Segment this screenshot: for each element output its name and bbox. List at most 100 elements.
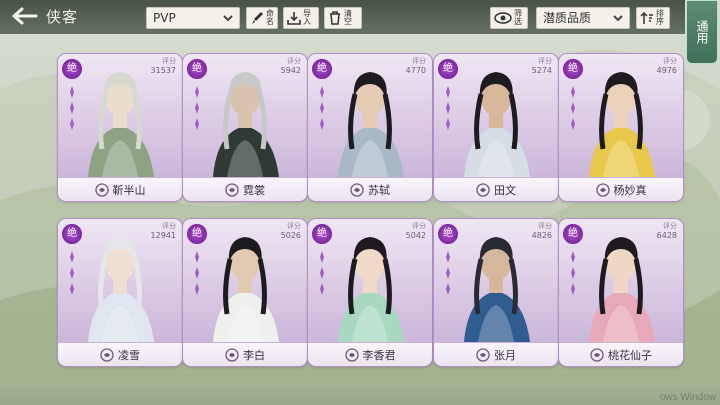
- hero-card[interactable]: 绝 评分 6428 桃花仙子: [559, 219, 683, 366]
- hero-name: 李香君: [362, 348, 396, 362]
- hero-name: 靳半山: [112, 183, 146, 197]
- page-title: 侠客: [46, 8, 79, 26]
- score-label: 评分: [663, 57, 677, 65]
- hero-name: 霓裳: [243, 183, 265, 197]
- hero-card[interactable]: 绝 评分 4976 杨妙真: [559, 54, 683, 201]
- hero-name: 田文: [494, 183, 516, 197]
- school-emblem-icon: [350, 182, 364, 197]
- hero-score: 评分 5042: [406, 222, 426, 240]
- rename-label: 命名: [266, 9, 274, 26]
- tier-marks-icon: [320, 251, 324, 295]
- hero-score: 评分 4826: [532, 222, 552, 240]
- eye-icon: [494, 12, 512, 24]
- hero-name: 杨妙真: [613, 183, 647, 197]
- hero-card[interactable]: 绝 评分 4770 苏轼: [308, 54, 432, 201]
- hero-name: 李白: [243, 348, 265, 362]
- school-emblem-icon: [225, 347, 239, 362]
- hero-card[interactable]: 绝 评分 5026 李白: [183, 219, 307, 366]
- sort-button[interactable]: 排序: [636, 7, 670, 29]
- hero-score: 评分 6428: [657, 222, 677, 240]
- hero-score: 评分 12941: [151, 222, 176, 240]
- hero-score: 评分 4770: [406, 57, 426, 75]
- score-value: 5042: [405, 231, 426, 240]
- rarity-badge: 绝: [311, 58, 333, 80]
- hero-name-bar: 桃花仙子: [559, 342, 683, 366]
- hero-score: 评分 5274: [532, 57, 552, 75]
- score-value: 5274: [531, 66, 552, 75]
- score-value: 31537: [150, 66, 176, 75]
- hero-name-bar: 李白: [183, 342, 307, 366]
- hero-name: 桃花仙子: [608, 348, 652, 362]
- hero-card[interactable]: 绝 评分 31537 靳半山: [58, 54, 182, 201]
- school-emblem-icon: [590, 347, 604, 362]
- hero-score: 评分 5026: [281, 222, 301, 240]
- tier-marks-icon: [446, 86, 450, 130]
- score-label: 评分: [663, 222, 677, 230]
- rename-button[interactable]: 命名: [246, 7, 278, 29]
- score-value: 12941: [150, 231, 176, 240]
- score-label: 评分: [412, 222, 426, 230]
- score-value: 4976: [656, 66, 677, 75]
- general-tab[interactable]: 通用: [686, 0, 718, 64]
- hero-name-bar: 杨妙真: [559, 177, 683, 201]
- back-arrow-icon: [12, 7, 38, 25]
- hero-card[interactable]: 绝 评分 5042 李香君: [308, 219, 432, 366]
- filter-label: 筛选: [514, 9, 522, 26]
- top-bar: 侠客 PVP 命名 导入 清空 筛选 潜质品质 排序: [0, 0, 685, 34]
- score-label: 评分: [162, 57, 176, 65]
- chevron-down-icon: [223, 15, 233, 22]
- score-value: 6428: [656, 231, 677, 240]
- sort-icon: [640, 11, 653, 24]
- hero-name-bar: 田文: [434, 177, 558, 201]
- quality-select[interactable]: 潜质品质: [536, 7, 630, 29]
- tier-marks-icon: [195, 86, 199, 130]
- hero-name-bar: 霓裳: [183, 177, 307, 201]
- score-label: 评分: [287, 57, 301, 65]
- general-tab-label: 通用: [695, 20, 709, 44]
- school-emblem-icon: [595, 182, 610, 197]
- filter-button[interactable]: 筛选: [490, 7, 528, 29]
- clear-button[interactable]: 清空: [324, 7, 362, 29]
- bottom-decor-strip: [0, 382, 720, 405]
- hero-name-bar: 张月: [434, 342, 558, 366]
- mode-select-value: PVP: [153, 11, 176, 25]
- sort-label: 排序: [656, 9, 664, 26]
- school-emblem-icon: [476, 182, 490, 197]
- hero-card[interactable]: 绝 评分 4826 张月: [434, 219, 558, 366]
- score-label: 评分: [412, 57, 426, 65]
- school-emblem-icon: [94, 182, 109, 197]
- import-button[interactable]: 导入: [283, 7, 319, 29]
- hero-card[interactable]: 绝 评分 5942 霓裳: [183, 54, 307, 201]
- tier-marks-icon: [70, 251, 74, 295]
- back-button[interactable]: [4, 3, 44, 29]
- os-watermark: ows Window: [659, 392, 716, 403]
- rarity-badge: 绝: [437, 223, 459, 245]
- hero-score: 评分 4976: [657, 57, 677, 75]
- chevron-down-icon: [613, 15, 623, 22]
- hero-card[interactable]: 绝 评分 12941 凌雪: [58, 219, 182, 366]
- trash-icon: [330, 11, 340, 25]
- clear-label: 清空: [344, 9, 352, 26]
- rarity-badge: 绝: [311, 223, 333, 245]
- hero-name: 苏轼: [368, 183, 390, 197]
- score-label: 评分: [162, 222, 176, 230]
- hero-score: 评分 31537: [151, 57, 176, 75]
- school-emblem-icon: [344, 347, 359, 362]
- tier-marks-icon: [70, 86, 74, 130]
- tier-marks-icon: [320, 86, 324, 130]
- hero-card[interactable]: 绝 评分 5274 田文: [434, 54, 558, 201]
- score-label: 评分: [538, 222, 552, 230]
- rarity-badge: 绝: [186, 58, 208, 80]
- rarity-badge: 绝: [562, 58, 584, 80]
- score-label: 评分: [538, 57, 552, 65]
- tier-marks-icon: [446, 251, 450, 295]
- tier-marks-icon: [195, 251, 199, 295]
- quality-select-value: 潜质品质: [543, 11, 592, 25]
- tier-marks-icon: [571, 251, 575, 295]
- mode-select[interactable]: PVP: [146, 7, 240, 29]
- score-label: 评分: [287, 222, 301, 230]
- import-label: 导入: [303, 9, 311, 26]
- hero-name-bar: 苏轼: [308, 177, 432, 201]
- brush-icon: [252, 12, 263, 24]
- hero-name: 凌雪: [118, 348, 140, 362]
